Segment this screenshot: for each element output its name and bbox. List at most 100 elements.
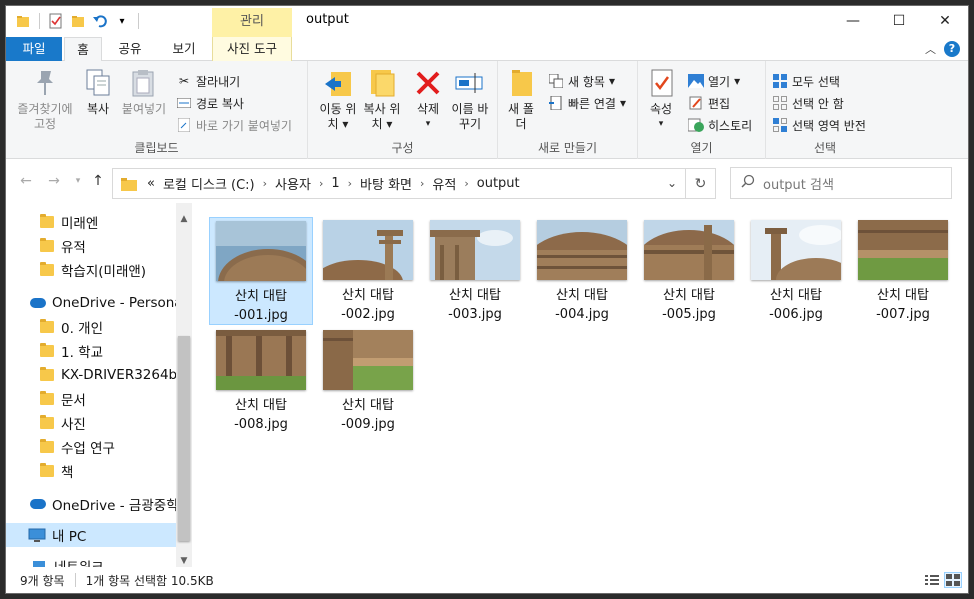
- large-icons-view-icon[interactable]: [944, 572, 962, 588]
- file-tile[interactable]: 산치 대탑 -001.jpg: [209, 217, 313, 325]
- sidebar-item-onedrive[interactable]: OneDrive - 금광중학: [6, 492, 176, 516]
- sidebar-item-folder[interactable]: 문서: [6, 387, 176, 411]
- chevron-down-icon[interactable]: ⌄: [667, 176, 677, 190]
- properties-big-icon: [646, 67, 678, 99]
- history-button[interactable]: 히스토리: [688, 115, 752, 135]
- file-tile[interactable]: 산치 대탑 -007.jpg: [851, 217, 955, 325]
- properties-icon[interactable]: [47, 12, 65, 30]
- breadcrumb-item[interactable]: 사용자: [275, 174, 311, 193]
- image-thumbnail: [216, 330, 306, 390]
- minimize-button[interactable]: —: [830, 6, 876, 36]
- file-tile[interactable]: 산치 대탑 -005.jpg: [637, 217, 741, 325]
- delete-dropdown-icon[interactable]: ▾: [410, 117, 446, 132]
- chevron-right-icon[interactable]: ›: [263, 177, 267, 190]
- image-thumbnail: [430, 220, 520, 280]
- select-all-button[interactable]: 모두 선택: [772, 71, 840, 91]
- file-tile[interactable]: 산치 대탑 -004.jpg: [530, 217, 634, 325]
- select-none-button[interactable]: 선택 안 함: [772, 93, 844, 113]
- sidebar-item-folder[interactable]: 학습지(미래앤): [6, 258, 176, 282]
- new-folder-button[interactable]: 새 폴더: [506, 67, 536, 132]
- sidebar-item-label: 내 PC: [52, 529, 87, 545]
- scrollbar-thumb[interactable]: [178, 336, 190, 541]
- sidebar-item-this-pc[interactable]: 내 PC: [6, 523, 176, 547]
- details-view-icon[interactable]: [923, 572, 941, 588]
- tab-file[interactable]: 파일: [6, 37, 62, 61]
- sidebar-item-folder[interactable]: 수업 연구: [6, 435, 176, 459]
- file-name-line2: -005.jpg: [662, 307, 716, 322]
- file-name-line1: 산치 대탑: [449, 288, 501, 303]
- chevron-right-icon[interactable]: ›: [464, 177, 468, 190]
- breadcrumb-item[interactable]: 로컬 디스크 (C:): [163, 174, 255, 193]
- maximize-button[interactable]: ☐: [876, 6, 922, 36]
- undo-icon[interactable]: [91, 12, 109, 30]
- help-icon[interactable]: ?: [944, 41, 960, 57]
- file-tile[interactable]: 산치 대탑 -003.jpg: [423, 217, 527, 325]
- search-box[interactable]: output 검색: [730, 167, 952, 199]
- pin-icon: [29, 67, 61, 99]
- chevron-right-icon[interactable]: ›: [348, 177, 352, 190]
- chevron-right-icon[interactable]: ›: [319, 177, 323, 190]
- invert-selection-button[interactable]: 선택 영역 반전: [772, 115, 866, 135]
- breadcrumb-item[interactable]: 바탕 화면: [360, 174, 412, 193]
- file-tile[interactable]: 산치 대탑 -002.jpg: [316, 217, 420, 325]
- up-arrow-icon[interactable]: ↑: [88, 171, 108, 191]
- back-arrow-icon[interactable]: ←: [16, 171, 36, 191]
- customize-qat-icon[interactable]: ▾: [113, 12, 131, 30]
- paste-shortcut-button[interactable]: 바로 가기 붙여넣기: [176, 115, 292, 135]
- scroll-up-icon[interactable]: ▲: [176, 211, 192, 227]
- sidebar-scrollbar[interactable]: ▲ ▼: [176, 203, 192, 567]
- new-folder-icon[interactable]: [69, 12, 87, 30]
- address-bar[interactable]: « 로컬 디스크 (C:) › 사용자 › 1 › 바탕 화면 › 유적 › o…: [112, 168, 686, 199]
- tab-photo-tools[interactable]: 사진 도구: [212, 37, 292, 61]
- move-to-button[interactable]: 이동 위치 ▾: [316, 67, 360, 132]
- open-label: 열기: [708, 74, 731, 89]
- forward-arrow-icon[interactable]: →: [44, 171, 64, 191]
- sidebar-item-folder[interactable]: KX-DRIVER3264bit: [6, 363, 176, 387]
- pin-quick-access-button[interactable]: 즐겨찾기에 고정: [10, 67, 80, 132]
- properties-dropdown-icon[interactable]: ▾: [646, 117, 676, 132]
- delete-button[interactable]: 삭제 ▾: [410, 67, 446, 132]
- edit-button[interactable]: 편집: [688, 93, 730, 113]
- sidebar-item-onedrive[interactable]: OneDrive - Persona: [6, 291, 176, 315]
- sidebar-item-network[interactable]: 네트워크: [6, 554, 176, 567]
- sidebar-item-label: 수업 연구: [61, 441, 115, 457]
- easy-access-button[interactable]: 빠른 연결 ▾: [548, 93, 626, 113]
- breadcrumb-item[interactable]: 유적: [432, 174, 456, 193]
- group-label-select: 선택: [813, 141, 837, 155]
- tab-home[interactable]: 홈: [64, 37, 102, 62]
- image-thumbnail: [644, 220, 734, 280]
- sidebar-item-folder[interactable]: 책: [6, 459, 176, 483]
- search-input[interactable]: output 검색: [763, 174, 834, 193]
- tab-manage-context[interactable]: 관리: [212, 8, 292, 37]
- sidebar-item-folder[interactable]: 1. 학교: [6, 339, 176, 363]
- sidebar-item-folder[interactable]: 0. 개인: [6, 315, 176, 339]
- chevron-up-icon[interactable]: ︿: [925, 41, 936, 57]
- chevron-right-icon[interactable]: ›: [420, 177, 424, 190]
- group-label-organize: 구성: [391, 141, 414, 155]
- qat-separator: [39, 13, 40, 29]
- file-tile[interactable]: 산치 대탑 -009.jpg: [316, 327, 420, 435]
- sidebar-item-folder[interactable]: 유적: [6, 234, 176, 258]
- paste-button[interactable]: 붙여넣기: [118, 67, 170, 117]
- tab-view[interactable]: 보기: [164, 37, 204, 61]
- scroll-down-icon[interactable]: ▼: [176, 553, 192, 567]
- breadcrumb-item[interactable]: 1: [331, 176, 339, 191]
- copy-to-button[interactable]: 복사 위치 ▾: [360, 67, 404, 132]
- tab-share[interactable]: 공유: [110, 37, 150, 61]
- copy-path-button[interactable]: 경로 복사: [176, 93, 244, 113]
- file-tile[interactable]: 산치 대탑 -008.jpg: [209, 327, 313, 435]
- breadcrumb-item[interactable]: output: [477, 176, 520, 191]
- sidebar-item-folder[interactable]: 미래엔: [6, 210, 176, 234]
- refresh-icon[interactable]: ↻: [686, 168, 716, 199]
- cut-button[interactable]: ✂ 잘라내기: [176, 71, 240, 91]
- recent-locations-icon[interactable]: ▾: [68, 171, 88, 191]
- close-button[interactable]: ✕: [922, 6, 968, 36]
- properties-button[interactable]: 속성 ▾: [646, 67, 676, 132]
- breadcrumb-overflow[interactable]: «: [147, 176, 155, 191]
- new-item-button[interactable]: 새 항목 ▾: [548, 71, 615, 91]
- rename-button[interactable]: 이름 바꾸기: [450, 67, 490, 132]
- open-button[interactable]: 열기 ▾: [688, 71, 740, 91]
- file-tile[interactable]: 산치 대탑 -006.jpg: [744, 217, 848, 325]
- sidebar-item-folder[interactable]: 사진: [6, 411, 176, 435]
- copy-button[interactable]: 복사: [80, 67, 116, 117]
